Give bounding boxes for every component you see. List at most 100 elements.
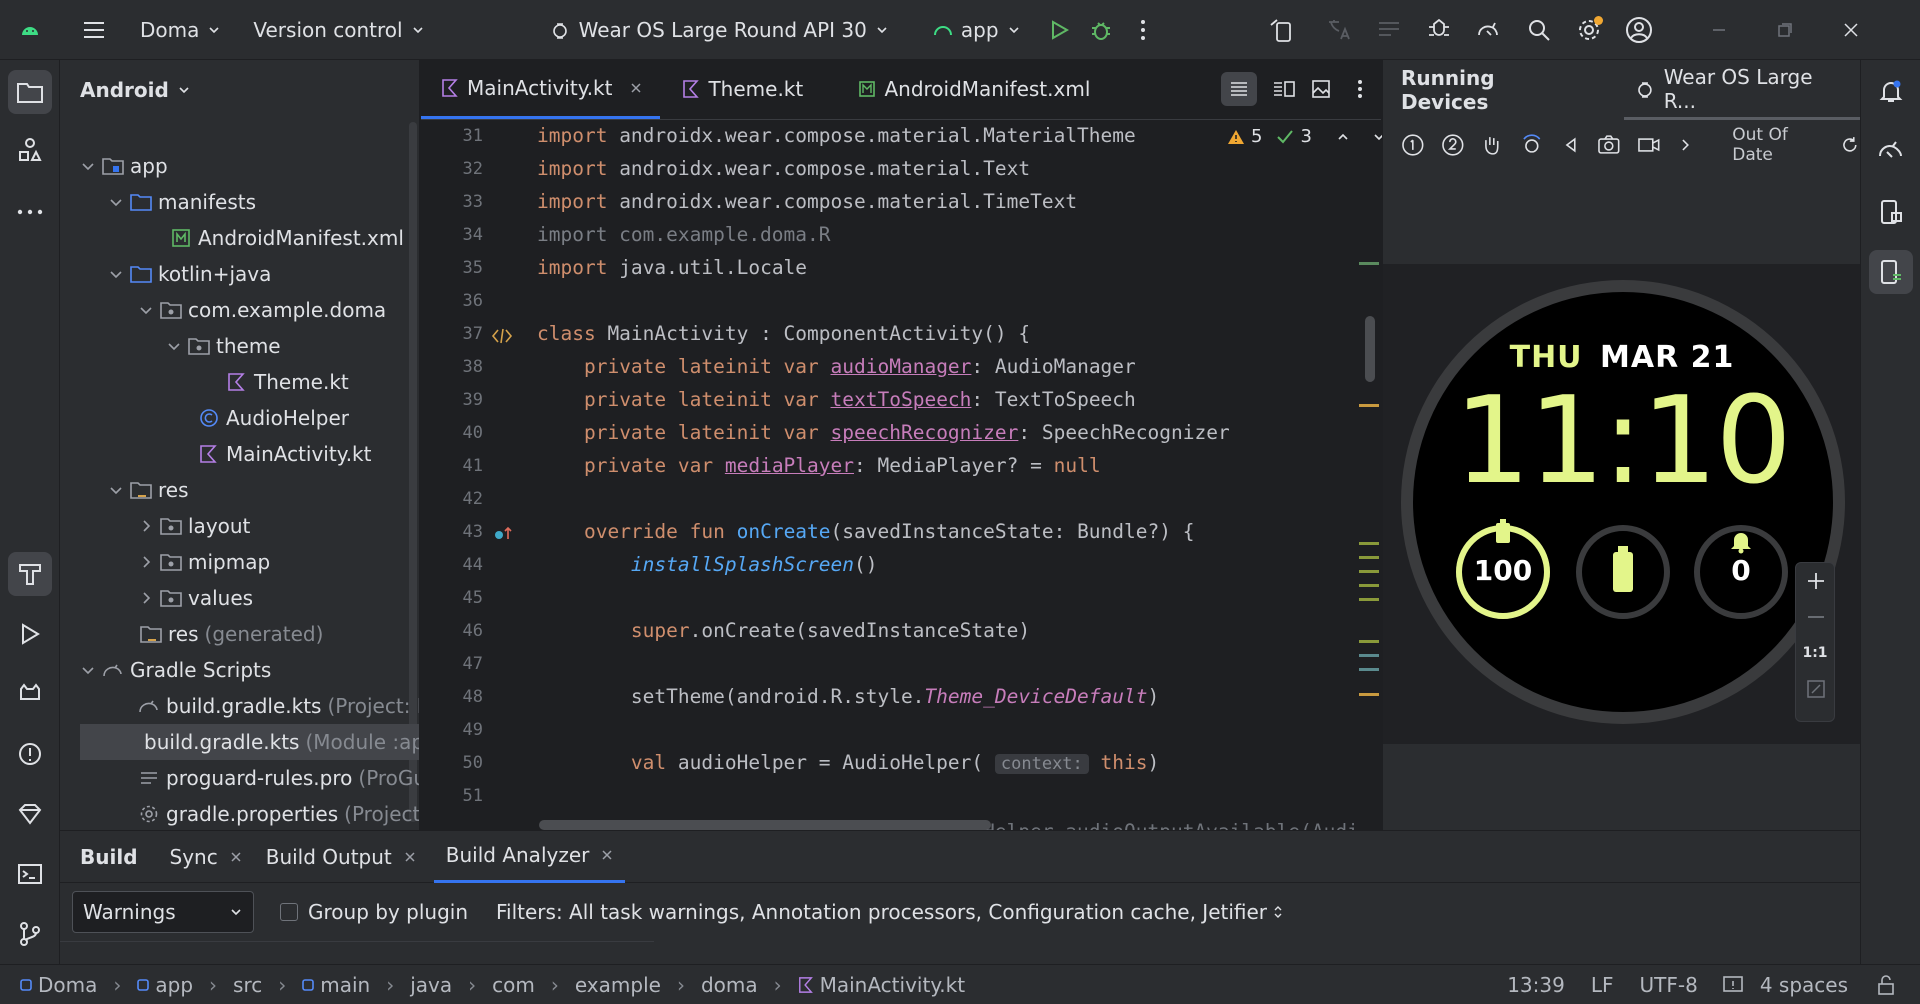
version-control-icon[interactable] <box>8 912 52 956</box>
breadcrumb-item[interactable]: app <box>137 973 193 997</box>
restore-window-icon[interactable] <box>1771 16 1799 44</box>
main-menu-icon[interactable] <box>80 16 108 44</box>
group-by-plugin-checkbox[interactable]: Group by plugin <box>280 900 468 924</box>
palm-icon[interactable] <box>1480 133 1504 157</box>
tree-item-gradle-properties[interactable]: gradle.properties (Project P <box>138 796 419 830</box>
debug-icon[interactable] <box>1087 16 1115 44</box>
refresh-icon[interactable] <box>1840 135 1860 155</box>
class-gutter-icon[interactable] <box>491 327 513 345</box>
tree-item-mipmap[interactable]: mipmap <box>138 544 270 580</box>
tree-item-app[interactable]: app <box>80 148 168 184</box>
close-tab-icon[interactable] <box>630 82 642 94</box>
button-1-icon[interactable] <box>1401 133 1425 157</box>
filters-selector[interactable]: Filters: All task warnings, Annotation p… <box>496 900 1283 924</box>
project-view-icon[interactable] <box>8 70 52 114</box>
gradle-tool-icon[interactable] <box>1869 128 1913 172</box>
editor-options-button[interactable] <box>1339 59 1381 119</box>
gemini-icon[interactable] <box>8 792 52 836</box>
zoom-out-icon[interactable] <box>1796 599 1836 635</box>
device-manager-icon[interactable] <box>1267 16 1295 44</box>
problems-icon[interactable] <box>8 732 52 776</box>
tree-item-build-gradle-module[interactable]: build.gradle.kts (Module :ap <box>80 724 419 760</box>
tree-item-values[interactable]: values <box>138 580 253 616</box>
caret-position[interactable]: 13:39 <box>1507 973 1565 997</box>
breadcrumb-item[interactable]: src <box>233 973 262 997</box>
close-tab-icon[interactable] <box>601 849 613 861</box>
breadcrumb-item[interactable]: Doma <box>20 973 97 997</box>
chevron-right-icon[interactable] <box>1677 137 1693 153</box>
readonly-toggle-icon[interactable] <box>1722 975 1744 995</box>
breadcrumb-item[interactable]: example <box>575 973 661 997</box>
breadcrumb-item[interactable]: doma <box>701 973 758 997</box>
split-view-button[interactable] <box>1265 59 1303 119</box>
app-inspection-icon[interactable] <box>8 672 52 716</box>
terminal-icon[interactable] <box>8 852 52 896</box>
zoom-actual-size[interactable]: 1:1 <box>1796 635 1834 671</box>
more-actions-icon[interactable] <box>1129 16 1157 44</box>
tab-sync[interactable]: Sync <box>158 845 254 869</box>
device-file-explorer-icon[interactable] <box>1869 190 1913 234</box>
screen-record-icon[interactable] <box>1637 134 1661 156</box>
code-view-button[interactable] <box>1213 59 1265 119</box>
tree-item-package[interactable]: com.example.doma <box>138 292 386 328</box>
build-tool-icon[interactable] <box>8 552 52 596</box>
breadcrumb-item[interactable]: MainActivity.kt <box>798 973 965 997</box>
tree-item-theme-kt[interactable]: Theme.kt <box>226 364 349 400</box>
button-2-icon[interactable] <box>1441 133 1465 157</box>
project-view-selector[interactable]: Android <box>60 60 419 120</box>
indent-setting[interactable]: 4 spaces <box>1760 973 1848 997</box>
tab-build-output[interactable]: Build Output <box>254 845 428 869</box>
tab-androidmanifest[interactable]: AndroidManifest.xml <box>840 59 1108 119</box>
running-devices-tool-icon[interactable] <box>1869 250 1913 294</box>
layout-inspector-icon[interactable] <box>1375 16 1403 44</box>
tilt-icon[interactable] <box>1520 133 1544 157</box>
close-window-icon[interactable] <box>1837 16 1865 44</box>
search-icon[interactable] <box>1525 16 1553 44</box>
translate-icon[interactable] <box>1325 16 1353 44</box>
tree-item-layout[interactable]: layout <box>138 508 250 544</box>
design-view-button[interactable] <box>1303 59 1339 119</box>
sync-gradle-icon[interactable] <box>1475 16 1503 44</box>
run-config-selector[interactable]: app <box>923 8 1031 52</box>
warnings-dropdown[interactable]: Warnings <box>72 891 254 933</box>
lock-icon[interactable] <box>1876 974 1896 996</box>
resource-manager-icon[interactable] <box>8 128 52 172</box>
tree-item-gradle-scripts[interactable]: Gradle Scripts <box>80 652 271 688</box>
file-encoding[interactable]: UTF-8 <box>1640 973 1698 997</box>
android-logo-icon[interactable] <box>0 24 60 36</box>
apply-changes-status[interactable]: Out Of Date <box>1732 125 1832 165</box>
notifications-icon[interactable] <box>1869 70 1913 114</box>
run-icon[interactable] <box>1045 16 1073 44</box>
line-separator[interactable]: LF <box>1591 973 1614 997</box>
tree-item-androidmanifest[interactable]: AndroidManifest.xml <box>170 220 404 256</box>
vcs-menu[interactable]: Version control <box>243 8 434 52</box>
code-area[interactable]: 5 3 31 32 33 34 35 36 37 38 39 40 41 42 … <box>421 120 1384 858</box>
settings-icon[interactable] <box>1575 15 1603 44</box>
override-gutter-icon[interactable] <box>493 525 513 543</box>
editor-horizontal-scrollbar[interactable] <box>539 820 991 830</box>
project-selector[interactable]: Doma <box>130 8 231 52</box>
tab-mainactivity[interactable]: MainActivity.kt <box>421 59 661 119</box>
tree-item-audiohelper[interactable]: AudioHelper <box>198 400 349 436</box>
device-selector[interactable]: Wear OS Large Round API 30 <box>539 8 899 52</box>
close-tab-icon[interactable] <box>404 851 416 863</box>
tab-theme[interactable]: Theme.kt <box>660 59 840 119</box>
breadcrumb-item[interactable]: com <box>492 973 535 997</box>
tree-item-build-gradle-project[interactable]: build.gradle.kts (Project: Do <box>138 688 419 724</box>
device-tab[interactable]: Wear OS Large R... <box>1623 60 1860 120</box>
close-tab-icon[interactable] <box>230 851 242 863</box>
sdk-manager-icon[interactable] <box>1425 16 1453 44</box>
emulator-display[interactable]: THU MAR 21 11:10 100 0 1:1 <box>1383 264 1861 744</box>
breadcrumb-item[interactable]: main <box>302 973 370 997</box>
tree-item-mainactivity[interactable]: MainActivity.kt <box>198 436 371 472</box>
tree-item-manifests[interactable]: manifests <box>108 184 256 220</box>
tree-item-proguard[interactable]: proguard-rules.pro (ProGua <box>138 760 419 796</box>
screenshot-icon[interactable] <box>1597 134 1621 156</box>
back-icon[interactable] <box>1560 134 1582 156</box>
run-tool-icon[interactable] <box>8 612 52 656</box>
zoom-in-icon[interactable] <box>1796 563 1836 599</box>
tree-item-res[interactable]: res <box>108 472 189 508</box>
more-tools-icon[interactable] <box>8 190 52 234</box>
breadcrumb-item[interactable]: java <box>410 973 452 997</box>
minimize-window-icon[interactable] <box>1705 16 1733 44</box>
